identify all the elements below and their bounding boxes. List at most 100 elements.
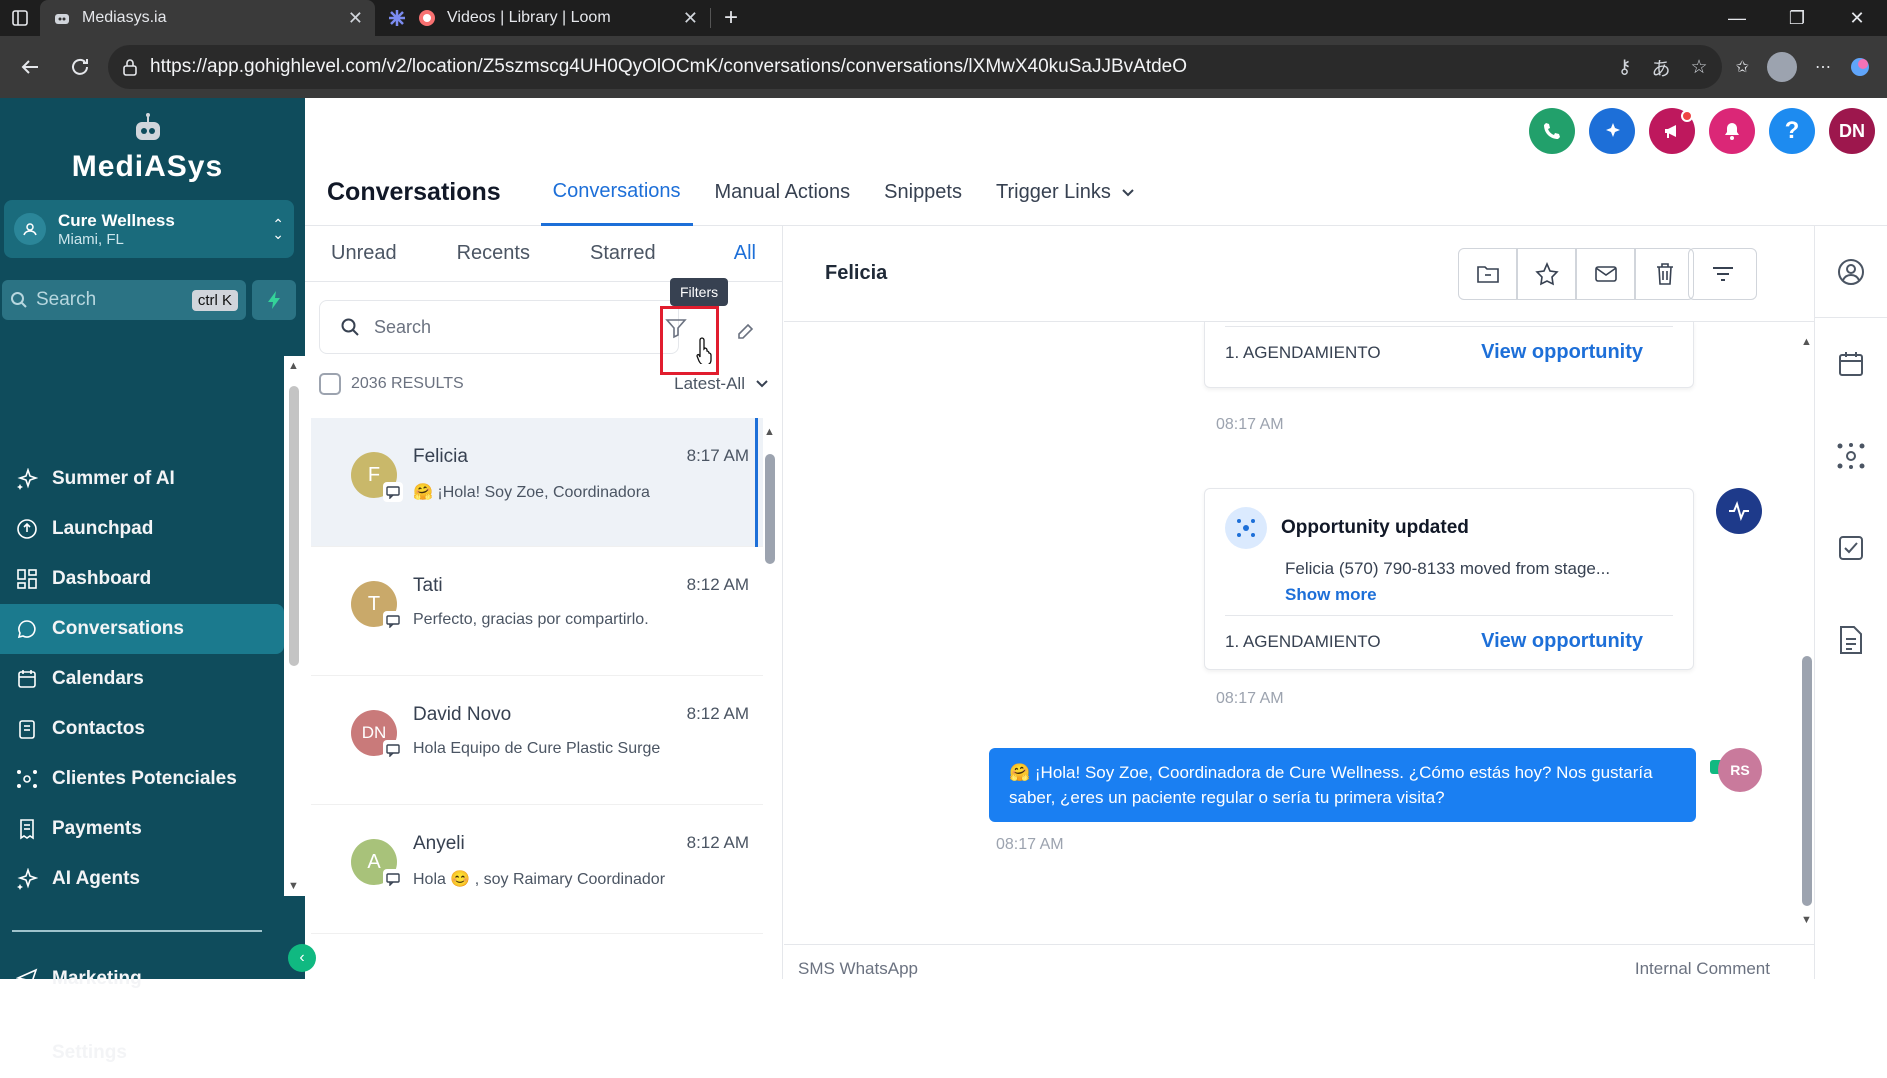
select-all-checkbox[interactable] [319, 373, 341, 395]
conversation-item[interactable]: F Felicia 8:17 AM 🤗 ¡Hola! Soy Zoe, Coor… [311, 418, 763, 547]
tab-manual-actions[interactable]: Manual Actions [703, 160, 863, 226]
compose-button[interactable] [735, 322, 755, 342]
sidebar-item-conversations[interactable]: Conversations [0, 604, 284, 654]
minimize-button[interactable]: — [1707, 0, 1767, 36]
list-scroll-thumb[interactable] [765, 454, 775, 564]
sidebar-search[interactable]: Search ctrl K [2, 280, 246, 320]
sidebar-item-dashboard[interactable]: Dashboard [0, 554, 284, 604]
sidebar-scrollbar[interactable]: ▲ ▼ [284, 356, 305, 896]
conversation-list-panel: Unread Recents Starred All Search Filter… [305, 226, 783, 979]
notes-button[interactable] [1815, 594, 1887, 686]
filter-tab-unread[interactable]: Unread [331, 242, 397, 265]
opportunities-button[interactable] [1815, 410, 1887, 502]
sms-channel-icon [383, 740, 403, 760]
view-opportunity-link[interactable]: View opportunity [1481, 341, 1643, 364]
tasks-button[interactable] [1815, 502, 1887, 594]
conversation-list-scrollbar[interactable]: ▲ [763, 424, 777, 979]
url-text: https://app.gohighlevel.com/v2/location/… [150, 56, 1606, 78]
maximize-button[interactable]: ❐ [1767, 0, 1827, 36]
sidebar-item-summer-of-ai[interactable]: Summer of AI [0, 454, 284, 504]
back-button[interactable] [8, 45, 52, 89]
sender-avatar: RS [1718, 748, 1762, 792]
opportunity-card: Opportunity updated Felicia (570) 790-81… [1204, 488, 1694, 670]
opportunity-title: Opportunity updated [1281, 517, 1469, 539]
new-tab-button[interactable]: + [711, 0, 751, 36]
sidebar-item-contactos[interactable]: Contactos [0, 704, 284, 754]
conversation-item[interactable]: A Anyeli 8:12 AM Hola 😊 , soy Raimary Co… [311, 805, 763, 934]
tab-trigger-links[interactable]: Trigger Links [984, 160, 1147, 226]
contact-details-button[interactable] [1815, 226, 1887, 318]
mark-unread-button[interactable] [1576, 248, 1635, 300]
sidebar-item-calendars[interactable]: Calendars [0, 654, 284, 704]
chat-scrollbar[interactable]: ▲ ▼ [1800, 336, 1814, 926]
sort-dropdown[interactable]: Latest-All [674, 374, 769, 394]
star-button[interactable] [1517, 248, 1576, 300]
close-tab-icon[interactable]: ✕ [348, 8, 363, 29]
tab-actions-icon[interactable] [0, 0, 40, 36]
sidebar-item-marketing[interactable]: Marketing [0, 954, 284, 1004]
composer-channel-tabs[interactable]: SMS WhatsApp [798, 959, 918, 979]
scroll-down-arrow-icon[interactable]: ▼ [1801, 914, 1812, 926]
conversation-search-input[interactable]: Search [319, 300, 679, 354]
show-more-link[interactable]: Show more [1205, 579, 1693, 605]
message-filter-button[interactable] [1688, 248, 1757, 300]
browser-tab-mediasys[interactable]: Mediasys.ia ✕ [40, 0, 375, 36]
sidebar-item-launchpad[interactable]: Launchpad [0, 504, 284, 554]
conversation-item[interactable]: DN David Novo 8:12 AM Hola Equipo de Cur… [311, 676, 763, 805]
scroll-down-arrow-icon[interactable]: ▼ [288, 880, 299, 892]
help-button[interactable]: ? [1769, 108, 1815, 154]
sidebar-scroll-thumb[interactable] [289, 386, 299, 666]
location-city: Miami, FL [58, 231, 175, 248]
browser-tab-loom[interactable]: Videos | Library | Loom ✕ [375, 0, 710, 36]
filter-tab-recents[interactable]: Recents [457, 242, 530, 265]
translate-icon[interactable]: あ [1652, 54, 1671, 81]
address-bar[interactable]: https://app.gohighlevel.com/v2/location/… [108, 45, 1722, 89]
chat-scroll-thumb[interactable] [1802, 656, 1812, 906]
internal-comment-tab[interactable]: Internal Comment [1635, 959, 1770, 979]
composer-bar: SMS WhatsApp Internal Comment [784, 944, 1814, 979]
close-window-button[interactable]: ✕ [1827, 0, 1887, 36]
move-to-folder-button[interactable] [1458, 248, 1517, 300]
close-tab-icon[interactable]: ✕ [683, 8, 698, 29]
quick-action-button[interactable] [252, 280, 296, 320]
chevron-updown-icon: ⌃⌄ [272, 219, 284, 239]
scroll-up-arrow-icon[interactable]: ▲ [1801, 336, 1812, 348]
conversation-list: F Felicia 8:17 AM 🤗 ¡Hola! Soy Zoe, Coor… [311, 418, 763, 934]
activity-pulse-icon [1716, 488, 1762, 534]
sidebar-item-label: AI Agents [52, 868, 140, 890]
sidebar-item-ai-agents[interactable]: AI Agents [0, 854, 284, 904]
phone-button[interactable] [1529, 108, 1575, 154]
location-switcher[interactable]: Cure Wellness Miami, FL ⌃⌄ [4, 200, 294, 258]
sidebar-item-settings[interactable]: Settings [0, 1028, 284, 1078]
sms-channel-icon [383, 611, 403, 631]
tab-snippets[interactable]: Snippets [872, 160, 974, 226]
brand-logo[interactable]: MediASys [0, 112, 295, 184]
announcements-button[interactable] [1649, 108, 1695, 154]
notifications-button[interactable] [1709, 108, 1755, 154]
sidebar-item-clientes-potenciales[interactable]: Clientes Potenciales [0, 754, 284, 804]
key-icon[interactable]: ⚷ [1618, 56, 1632, 79]
favorites-icon[interactable]: ✩ [1736, 57, 1749, 77]
more-menu-icon[interactable]: ⋯ [1815, 57, 1831, 77]
delete-button[interactable] [1635, 248, 1694, 300]
reload-button[interactable] [58, 45, 102, 89]
bell-icon [1722, 121, 1742, 141]
filter-tab-all[interactable]: All [734, 242, 756, 265]
conversation-item[interactable]: T Tati 8:12 AM Perfecto, gracias por com… [311, 547, 763, 676]
sidebar-item-label: Dashboard [52, 568, 151, 590]
favorite-star-icon[interactable]: ☆ [1691, 56, 1708, 79]
scroll-up-arrow-icon[interactable]: ▲ [288, 360, 299, 372]
appointments-button[interactable] [1815, 318, 1887, 410]
scroll-up-arrow-icon[interactable]: ▲ [764, 426, 775, 438]
profile-avatar[interactable] [1767, 52, 1797, 82]
lock-icon [122, 58, 138, 76]
filter-tab-starred[interactable]: Starred [590, 242, 656, 265]
tab-conversations[interactable]: Conversations [541, 160, 693, 226]
copilot-icon[interactable] [1849, 56, 1871, 78]
view-opportunity-link[interactable]: View opportunity [1481, 630, 1643, 653]
sidebar-item-payments[interactable]: Payments [0, 804, 284, 854]
ai-assist-button[interactable] [1589, 108, 1635, 154]
search-icon [340, 317, 360, 337]
user-avatar[interactable]: DN [1829, 108, 1875, 154]
right-rail [1814, 226, 1887, 979]
